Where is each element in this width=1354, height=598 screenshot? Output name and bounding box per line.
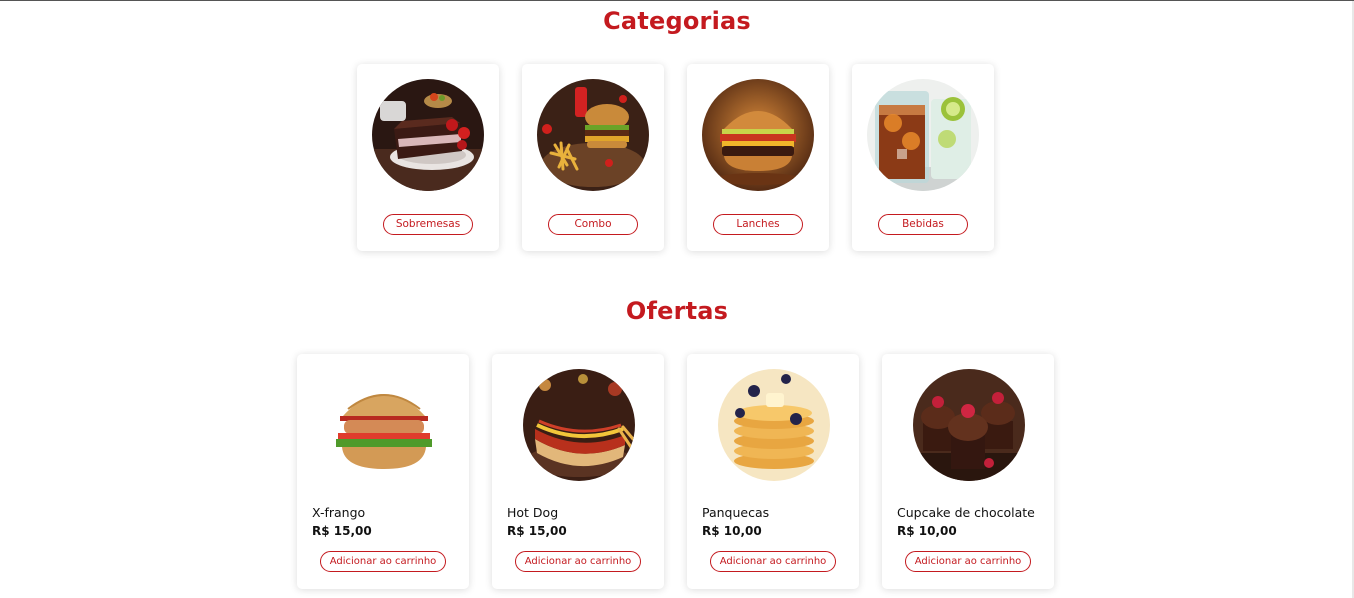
pancakes-image[interactable] (718, 369, 830, 481)
chocolate-cupcake-image[interactable] (913, 369, 1025, 481)
add-to-cart-button[interactable]: Adicionar ao carrinho (320, 551, 446, 572)
offers-title: Ofertas (625, 297, 729, 325)
product-price: R$ 15,00 (312, 524, 372, 538)
product-price: R$ 15,00 (507, 524, 567, 538)
cake-slice-image[interactable] (372, 79, 484, 191)
category-button-combo[interactable]: Combo (548, 214, 638, 235)
category-card-combo[interactable]: Combo (522, 64, 664, 251)
product-price: R$ 10,00 (702, 524, 762, 538)
category-button-bebidas[interactable]: Bebidas (878, 214, 968, 235)
product-price: R$ 10,00 (897, 524, 957, 538)
offer-card-hot-dog[interactable]: Hot Dog R$ 15,00 Adicionar ao carrinho (492, 354, 664, 589)
product-name: X-frango (312, 505, 366, 520)
add-to-cart-button[interactable]: Adicionar ao carrinho (515, 551, 641, 572)
add-to-cart-button[interactable]: Adicionar ao carrinho (905, 551, 1031, 572)
category-card-sobremesas[interactable]: Sobremesas (357, 64, 499, 251)
burger-combo-image[interactable] (537, 79, 649, 191)
offer-card-panquecas[interactable]: Panquecas R$ 10,00 Adicionar ao carrinho (687, 354, 859, 589)
burger-image[interactable] (702, 79, 814, 191)
category-card-lanches[interactable]: Lanches (687, 64, 829, 251)
category-button-lanches[interactable]: Lanches (713, 214, 803, 235)
categories-title: Categorias (603, 7, 751, 35)
chicken-burger-image[interactable] (328, 369, 440, 481)
offer-card-x-frango[interactable]: X-frango R$ 15,00 Adicionar ao carrinho (297, 354, 469, 589)
category-button-sobremesas[interactable]: Sobremesas (383, 214, 473, 235)
add-to-cart-button[interactable]: Adicionar ao carrinho (710, 551, 836, 572)
product-name: Hot Dog (507, 505, 559, 520)
soda-glass-image[interactable] (867, 79, 979, 191)
category-card-bebidas[interactable]: Bebidas (852, 64, 994, 251)
offer-card-cupcake-de-chocolate[interactable]: Cupcake de chocolate R$ 10,00 Adicionar … (882, 354, 1054, 589)
page: Categorias Sobremesas Combo Lanches Bebi… (0, 0, 1354, 598)
hot-dog-image[interactable] (523, 369, 635, 481)
product-name: Cupcake de chocolate (897, 505, 1035, 520)
product-name: Panquecas (702, 505, 770, 520)
